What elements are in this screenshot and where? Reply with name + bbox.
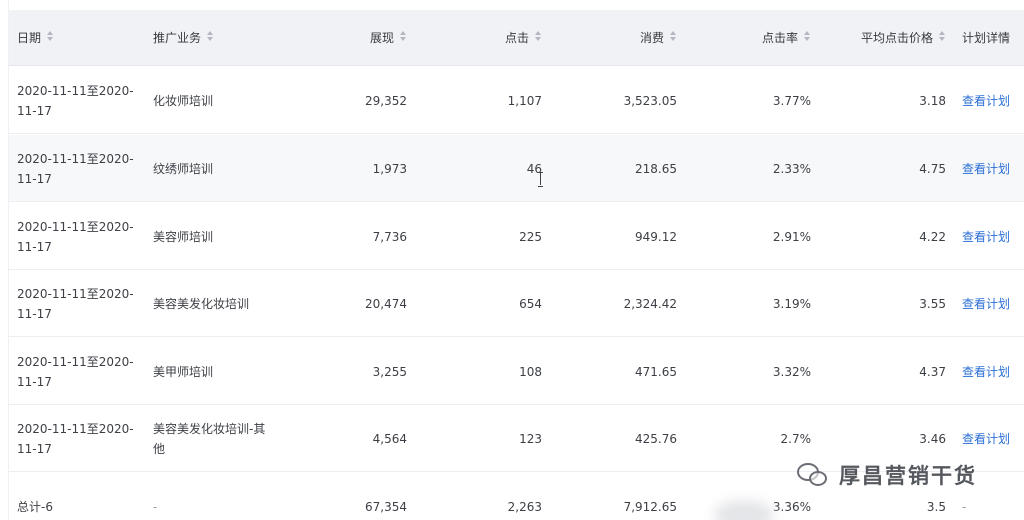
header-clicks-label: 点击	[504, 31, 529, 45]
cell-cost: 3,523.05	[623, 93, 677, 108]
cell-cost: 425.76	[635, 431, 677, 446]
cell-impressions: 29,352	[365, 93, 407, 108]
header-impressions[interactable]: 展现	[309, 10, 407, 66]
header-cost[interactable]: 消费	[589, 10, 677, 66]
table-row: 2020-11-11至2020-11-17 纹绣师培训 1,973 46 218…	[9, 135, 1024, 202]
cell-clicks: 108	[519, 364, 542, 379]
cell-clicks: 654	[519, 296, 542, 311]
table-row: 2020-11-11至2020-11-17 美容师培训 7,736 225 94…	[9, 203, 1024, 270]
cell-business: 美甲师培训	[153, 364, 214, 379]
header-clicks[interactable]: 点击	[449, 10, 542, 66]
cell-avg-cpc: 4.75	[919, 161, 946, 176]
cell-ctr: 2.7%	[780, 431, 812, 446]
data-table: 日期 推广业务 展现 点击 消费 点击率 平均点击价格 计划详情 2020-11…	[8, 0, 1024, 520]
sort-icon[interactable]	[399, 31, 407, 43]
date-text: 2020-11-11至2020-11-17	[17, 354, 134, 389]
cell-avg-cpc: 3.18	[919, 93, 946, 108]
cell-avg-cpc: 4.37	[919, 364, 946, 379]
cell-plan: 查看计划	[962, 203, 1022, 270]
cell-impressions: 1,973	[372, 161, 407, 176]
cell-business: 美容美发化妆培训-其他	[153, 421, 266, 456]
cell-cost: 471.65	[635, 364, 677, 379]
cell-ctr: 3.19%	[772, 296, 811, 311]
cell-impressions: 3,255	[372, 364, 407, 379]
view-plan-link[interactable]: 查看计划	[962, 294, 1010, 314]
sort-icon[interactable]	[46, 31, 54, 43]
watermark-text: 厚昌营销干货	[839, 464, 977, 488]
sort-icon[interactable]	[669, 31, 677, 43]
table-row: 2020-11-11至2020-11-17 化妆师培训 29,352 1,107…	[9, 67, 1024, 134]
header-plan: 计划详情	[962, 31, 1011, 45]
cell-business: 化妆师培训	[153, 93, 214, 108]
view-plan-link[interactable]: 查看计划	[962, 159, 1010, 179]
watermark: 厚昌营销干货	[797, 458, 977, 492]
cell-date: 2020-11-11至2020-11-17	[17, 67, 143, 134]
total-clicks: 2,263	[507, 500, 542, 514]
date-text: 2020-11-11至2020-11-17	[17, 286, 134, 321]
cell-plan: 查看计划	[962, 338, 1022, 405]
cell-date: 2020-11-11至2020-11-17	[17, 203, 143, 270]
cell-plan: 查看计划	[962, 270, 1022, 337]
sort-icon[interactable]	[206, 31, 214, 43]
table-header: 日期 推广业务 展现 点击 消费 点击率 平均点击价格 计划详情	[9, 10, 1024, 66]
cell-clicks: 123	[519, 431, 542, 446]
cell-impressions: 20,474	[365, 296, 407, 311]
cell-plan: 查看计划	[962, 67, 1022, 134]
cell-date: 2020-11-11至2020-11-17	[17, 270, 143, 337]
cell-clicks: 1,107	[507, 93, 542, 108]
cell-impressions: 7,736	[372, 229, 407, 244]
cell-ctr: 3.32%	[772, 364, 811, 379]
cell-clicks: 225	[519, 229, 542, 244]
cell-date: 2020-11-11至2020-11-17	[17, 338, 143, 405]
wechat-icon	[797, 461, 831, 489]
total-impressions: 67,354	[365, 500, 407, 514]
cell-plan: 查看计划	[962, 135, 1022, 202]
cell-date: 2020-11-11至2020-11-17	[17, 405, 143, 472]
total-business: -	[153, 500, 158, 514]
cell-cost: 949.12	[635, 229, 677, 244]
header-cost-label: 消费	[639, 31, 664, 45]
header-date-label: 日期	[17, 31, 42, 45]
view-plan-link[interactable]: 查看计划	[962, 429, 1010, 449]
sort-icon[interactable]	[534, 31, 542, 43]
cell-ctr: 2.33%	[772, 161, 811, 176]
cell-business: 纹绣师培训	[153, 161, 214, 176]
date-text: 2020-11-11至2020-11-17	[17, 421, 134, 456]
view-plan-link[interactable]: 查看计划	[962, 227, 1010, 247]
cell-avg-cpc: 3.55	[919, 296, 946, 311]
header-date[interactable]: 日期	[17, 10, 143, 66]
cell-date: 2020-11-11至2020-11-17	[17, 135, 143, 202]
date-text: 2020-11-11至2020-11-17	[17, 151, 134, 186]
sort-icon[interactable]	[938, 31, 946, 43]
date-text: 2020-11-11至2020-11-17	[17, 83, 134, 118]
cell-clicks: 46	[526, 161, 542, 176]
cell-business: 美容美发化妆培训	[153, 296, 250, 311]
total-label: 总计-6	[17, 500, 53, 514]
sort-icon[interactable]	[803, 31, 811, 43]
cell-business: 美容师培训	[153, 229, 214, 244]
header-avg-cpc[interactable]: 平均点击价格	[839, 10, 946, 66]
header-business[interactable]: 推广业务	[153, 10, 273, 66]
cell-cost: 2,324.42	[623, 296, 677, 311]
date-text: 2020-11-11至2020-11-17	[17, 219, 134, 254]
cell-impressions: 4,564	[372, 431, 407, 446]
cell-ctr: 2.91%	[772, 229, 811, 244]
cell-ctr: 3.77%	[772, 93, 811, 108]
text-cursor-icon	[537, 171, 545, 187]
view-plan-link[interactable]: 查看计划	[962, 91, 1010, 111]
header-avg-cpc-label: 平均点击价格	[860, 31, 933, 45]
header-business-label: 推广业务	[153, 31, 202, 45]
cell-avg-cpc: 4.22	[919, 229, 946, 244]
header-impressions-label: 展现	[369, 31, 394, 45]
cell-cost: 218.65	[635, 161, 677, 176]
table-row: 2020-11-11至2020-11-17 美甲师培训 3,255 108 47…	[9, 338, 1024, 405]
table-row: 2020-11-11至2020-11-17 美容美发化妆培训 20,474 65…	[9, 270, 1024, 337]
header-ctr-label: 点击率	[761, 31, 798, 45]
view-plan-link[interactable]: 查看计划	[962, 362, 1010, 382]
header-ctr[interactable]: 点击率	[709, 10, 811, 66]
total-cost: 7,912.65	[623, 500, 677, 514]
